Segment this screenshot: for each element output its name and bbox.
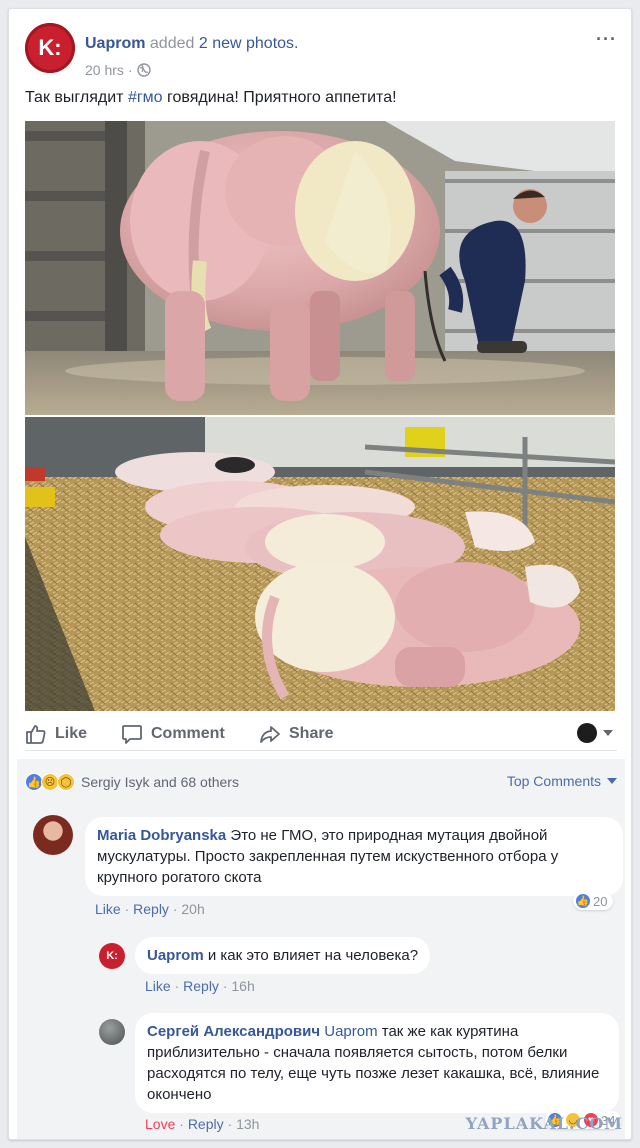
- comment-reply-link[interactable]: Reply: [133, 901, 169, 917]
- post-header: K: Uaprom added 2 new photos. 20 hrs · ·…: [25, 23, 619, 79]
- share-icon: [260, 726, 280, 743]
- reactions-summary[interactable]: 👍 ☹ ◯ Sergiy Isyk and 68 others: [25, 773, 239, 791]
- comment-bubble: Сергей Александрович Uaprom так же как к…: [135, 1013, 619, 1113]
- comment-author-link[interactable]: Сергей Александрович: [147, 1023, 320, 1040]
- chevron-down-icon: [603, 730, 613, 736]
- photo-2[interactable]: [25, 417, 615, 711]
- more-options-icon[interactable]: ···: [596, 29, 617, 50]
- avatar[interactable]: [33, 815, 73, 855]
- meta-separator: ·: [172, 901, 178, 917]
- comment-meta: Like · Reply · 16h: [145, 978, 255, 994]
- watermark-logo: YAPLAKAL.COM: [465, 1114, 623, 1133]
- thumbs-up-icon: [26, 725, 46, 744]
- meta-separator: ·: [124, 901, 130, 917]
- hashtag-link[interactable]: #гмо: [128, 89, 163, 106]
- reaction-count: 20: [593, 893, 608, 909]
- comment-time[interactable]: 13h: [236, 1116, 259, 1132]
- photo-1[interactable]: [25, 121, 615, 415]
- share-button[interactable]: Share: [259, 723, 333, 745]
- avatar[interactable]: K:: [99, 943, 125, 969]
- meta-separator: ·: [227, 1116, 233, 1132]
- top-comments-label: Top Comments: [506, 773, 601, 789]
- comment-bubble: Maria Dobryanska Это не ГМО, это природн…: [85, 817, 623, 896]
- comment-time[interactable]: 16h: [231, 978, 254, 994]
- bull-photo-image: [25, 121, 615, 415]
- comment-author-link[interactable]: Uaprom: [147, 947, 204, 964]
- audience-selector[interactable]: [577, 723, 613, 743]
- comment-reply-link[interactable]: Reply: [188, 1116, 224, 1132]
- comment-text: и как это влияет на человека?: [207, 947, 419, 964]
- photos-link[interactable]: 2 new photos.: [199, 35, 299, 52]
- meta-separator: ·: [179, 1116, 184, 1132]
- bulls-resting-photo-image: [25, 417, 615, 711]
- post-time[interactable]: 20 hrs: [85, 62, 124, 78]
- comment-mention-link[interactable]: Uaprom: [324, 1023, 377, 1040]
- wow-reaction-icon: ◯: [57, 773, 75, 791]
- comment-author-link[interactable]: Maria Dobryanska: [97, 827, 226, 844]
- page-avatar[interactable]: K:: [25, 23, 75, 73]
- post-text-part: Так выглядит: [25, 89, 128, 106]
- profile-avatar-icon: [577, 723, 597, 743]
- page-name-link[interactable]: Uaprom: [85, 35, 145, 52]
- comment-love-link[interactable]: Love: [145, 1116, 175, 1132]
- post-card: K: Uaprom added 2 new photos. 20 hrs · ·…: [8, 8, 632, 1140]
- action-text: added: [149, 35, 195, 52]
- post-text: Так выглядит #гмо говядина! Приятного ап…: [25, 89, 397, 107]
- post-meta: 20 hrs ·: [85, 62, 151, 78]
- meta-separator: ·: [127, 62, 133, 78]
- like-label: Like: [55, 725, 88, 742]
- comment-meta: Love · Reply · 13h: [145, 1116, 259, 1132]
- comment-bubble: Uaprom и как это влияет на человека?: [135, 937, 431, 974]
- comment-reply-link[interactable]: Reply: [183, 978, 219, 994]
- post-action-bar: Like Comment Share: [25, 715, 617, 751]
- comment-time[interactable]: 20h: [181, 901, 204, 917]
- avatar[interactable]: [99, 1019, 125, 1045]
- meta-separator: ·: [174, 978, 180, 994]
- post-text-part: говядина! Приятного аппетита!: [162, 89, 397, 106]
- post-author-line: Uaprom added 2 new photos.: [85, 35, 298, 53]
- like-button[interactable]: Like: [25, 723, 87, 745]
- like-reaction-icon: 👍: [575, 893, 591, 909]
- comment-button[interactable]: Comment: [121, 723, 225, 745]
- chevron-down-icon: [607, 778, 617, 784]
- top-comments-dropdown[interactable]: Top Comments: [507, 773, 617, 789]
- comment-meta: Like · Reply · 20h: [95, 901, 205, 917]
- comment-like-link[interactable]: Like: [95, 901, 121, 917]
- comment-like-link[interactable]: Like: [145, 978, 171, 994]
- globe-icon[interactable]: [136, 63, 151, 77]
- reactions-label: Sergiy Isyk and 68 others: [81, 774, 239, 790]
- comment-icon: [122, 725, 142, 744]
- meta-separator: ·: [222, 978, 228, 994]
- comments-section: 👍 ☹ ◯ Sergiy Isyk and 68 others Top Comm…: [17, 759, 625, 1139]
- share-label: Share: [289, 725, 334, 742]
- comment-reaction-count[interactable]: 👍 20: [573, 892, 614, 910]
- comment-label: Comment: [151, 725, 225, 742]
